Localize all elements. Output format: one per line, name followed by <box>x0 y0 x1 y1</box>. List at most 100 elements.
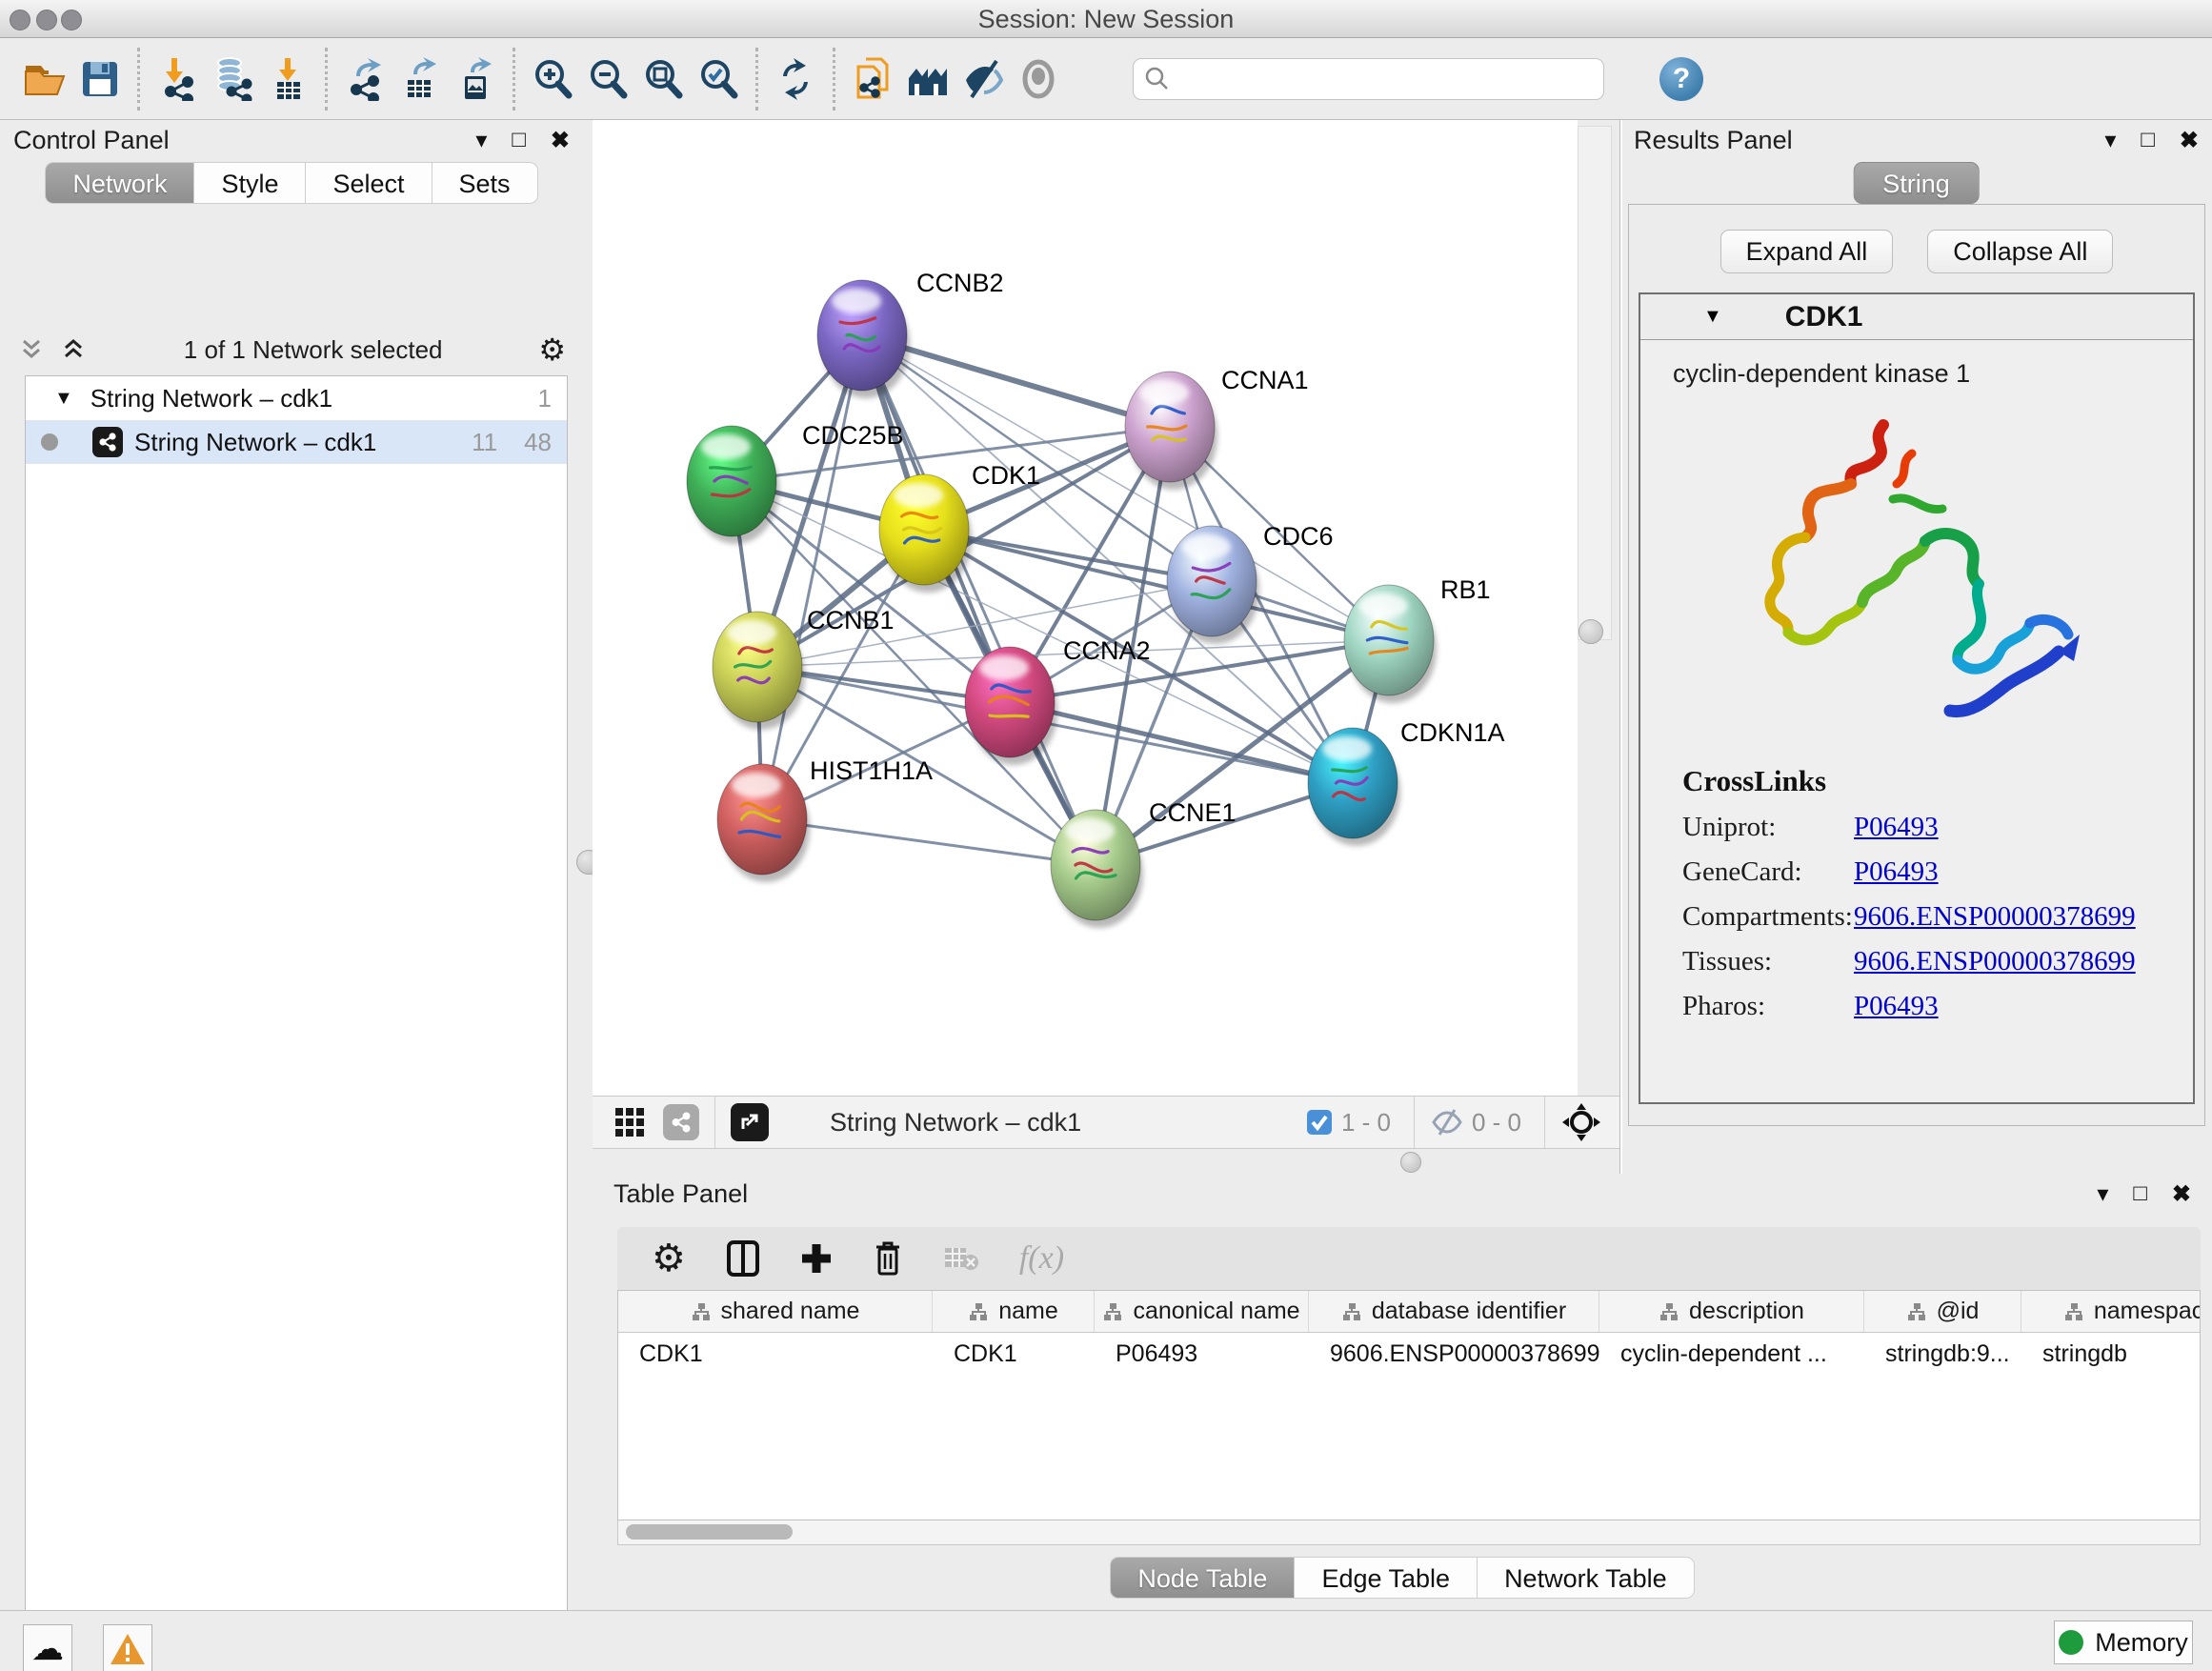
tab-string[interactable]: String <box>1853 162 1980 204</box>
right-splitter-handle[interactable] <box>1579 619 1603 644</box>
protein-collapse-icon[interactable]: ▼ <box>1703 306 1722 328</box>
network-edge[interactable] <box>762 819 1096 865</box>
selected-checkbox-icon[interactable] <box>1305 1108 1334 1137</box>
network-collection-row[interactable]: ▼ String Network – cdk1 1 <box>26 376 567 420</box>
control-panel-float-icon[interactable]: □ <box>512 127 526 153</box>
column-header-id[interactable]: @id <box>1864 1291 2021 1332</box>
export-table-icon[interactable] <box>392 49 448 110</box>
tab-node-table[interactable]: Node Table <box>1110 1557 1295 1599</box>
column-header-canonicalname[interactable]: canonical name <box>1095 1291 1309 1332</box>
protein-node-CDKN1A[interactable] <box>1308 728 1400 846</box>
tab-edge-table[interactable]: Edge Table <box>1295 1557 1478 1599</box>
table-hscrollbar-thumb[interactable] <box>626 1524 793 1540</box>
tab-sets[interactable]: Sets <box>432 162 538 204</box>
protein-node-CDK1[interactable] <box>879 474 972 593</box>
crosslink-value-link[interactable]: P06493 <box>1854 856 1939 888</box>
protein-node-CCNE1[interactable] <box>1051 810 1143 928</box>
first-neighbors-icon[interactable] <box>900 49 955 110</box>
expand-all-icon[interactable] <box>59 335 88 364</box>
open-in-window-icon[interactable] <box>731 1103 769 1141</box>
cloud-icon[interactable]: ☁ <box>23 1624 72 1671</box>
show-all-icon[interactable] <box>1011 49 1066 110</box>
protein-node-RB1[interactable] <box>1344 585 1437 703</box>
table-cell[interactable]: CDK1 <box>618 1333 933 1375</box>
tab-select[interactable]: Select <box>306 162 432 204</box>
tab-network[interactable]: Network <box>45 162 194 204</box>
network-edge[interactable] <box>862 335 1096 865</box>
open-session-icon[interactable] <box>17 49 72 110</box>
delete-column-icon[interactable] <box>873 1239 903 1278</box>
table-cell[interactable]: cyclin-dependent ... <box>1599 1333 1864 1375</box>
table-cell[interactable]: P06493 <box>1095 1333 1309 1375</box>
window-minimize-icon[interactable] <box>36 10 57 30</box>
import-network-database-icon[interactable] <box>205 49 260 110</box>
collapse-all-icon[interactable] <box>17 335 46 364</box>
column-header-sharedname[interactable]: shared name <box>618 1291 933 1332</box>
fit-selected-crosshair-icon[interactable] <box>1560 1101 1602 1143</box>
grid-view-icon[interactable] <box>613 1106 646 1138</box>
collapse-all-button[interactable]: Collapse All <box>1927 230 2113 273</box>
protein-node-CCNA1[interactable] <box>1125 372 1217 490</box>
crosslink-value-link[interactable]: P06493 <box>1854 991 1939 1022</box>
protein-node-HIST1H1A[interactable] <box>717 764 810 882</box>
zoom-fit-icon[interactable] <box>635 49 691 110</box>
zoom-out-icon[interactable] <box>580 49 635 110</box>
table-row[interactable]: CDK1CDK1P064939606.ENSP00000378699cyclin… <box>618 1333 2200 1375</box>
import-table-icon[interactable] <box>260 49 315 110</box>
table-panel-close-icon[interactable]: ✖ <box>2172 1180 2191 1208</box>
results-panel-menu-icon[interactable]: ▾ <box>2104 127 2116 154</box>
table-cell[interactable]: stringdb <box>2021 1333 2201 1375</box>
network-edge[interactable] <box>1010 702 1353 783</box>
table-cell[interactable]: CDK1 <box>933 1333 1095 1375</box>
crosslink-value-link[interactable]: P06493 <box>1854 812 1939 843</box>
control-panel-close-icon[interactable]: ✖ <box>551 127 570 154</box>
crosslink-value-link[interactable]: 9606.ENSP00000378699 <box>1854 946 2136 977</box>
export-network-icon[interactable] <box>337 49 392 110</box>
table-cell[interactable]: 9606.ENSP00000378699 <box>1309 1333 1599 1375</box>
hide-selected-icon[interactable] <box>955 49 1011 110</box>
column-header-databaseidentifier[interactable]: database identifier <box>1309 1291 1599 1332</box>
window-close-icon[interactable] <box>10 10 30 30</box>
node-table[interactable]: shared namenamecanonical namedatabase id… <box>617 1290 2201 1520</box>
protein-node-CCNB1[interactable] <box>713 612 805 730</box>
crosslink-value-link[interactable]: 9606.ENSP00000378699 <box>1854 901 2136 933</box>
birdseye-view-icon[interactable] <box>663 1104 699 1140</box>
table-panel-menu-icon[interactable]: ▾ <box>2097 1180 2108 1208</box>
bottom-splitter-handle[interactable] <box>1400 1152 1421 1173</box>
search-field[interactable] <box>1172 61 1603 97</box>
column-header-description[interactable]: description <box>1599 1291 1864 1332</box>
column-header-namespace[interactable]: namespace <box>2021 1291 2201 1332</box>
table-hscrollbar[interactable] <box>617 1520 2201 1545</box>
zoom-selected-icon[interactable] <box>691 49 746 110</box>
network-right-scrollbar[interactable] <box>1578 126 1612 640</box>
import-network-file-icon[interactable] <box>150 49 205 110</box>
export-image-icon[interactable] <box>448 49 503 110</box>
protein-node-CCNB2[interactable] <box>817 280 910 398</box>
tab-network-table[interactable]: Network Table <box>1478 1557 1695 1599</box>
refresh-icon[interactable] <box>768 49 823 110</box>
add-column-icon[interactable] <box>800 1242 833 1275</box>
warning-icon[interactable] <box>103 1624 152 1671</box>
network-options-gear-icon[interactable]: ⚙ <box>538 332 566 368</box>
table-cell[interactable]: stringdb:9... <box>1864 1333 2021 1375</box>
help-icon[interactable]: ? <box>1659 57 1703 101</box>
tab-style[interactable]: Style <box>194 162 306 204</box>
show-columns-icon[interactable] <box>726 1239 760 1278</box>
zoom-in-icon[interactable] <box>525 49 580 110</box>
network-row[interactable]: String Network – cdk1 11 48 <box>26 420 567 464</box>
network-edge[interactable] <box>762 335 862 819</box>
hidden-eye-icon[interactable] <box>1430 1108 1464 1137</box>
protein-node-CCNA2[interactable] <box>965 647 1057 765</box>
memory-button[interactable]: Memory <box>2054 1621 2193 1664</box>
network-graph[interactable]: CCNB2CCNA1CDC25BCDK1CDC6RB1CCNB1CCNA2CDK… <box>593 120 1578 1096</box>
table-panel-float-icon[interactable]: □ <box>2133 1180 2147 1207</box>
tree-expand-icon[interactable]: ▼ <box>54 388 73 410</box>
results-panel-close-icon[interactable]: ✖ <box>2180 127 2199 154</box>
expand-all-button[interactable]: Expand All <box>1720 230 1894 273</box>
network-canvas[interactable]: CCNB2CCNA1CDC25BCDK1CDC6RB1CCNB1CCNA2CDK… <box>593 120 1578 1096</box>
column-header-name[interactable]: name <box>933 1291 1095 1332</box>
results-panel-float-icon[interactable]: □ <box>2141 127 2155 153</box>
save-session-icon[interactable] <box>72 49 128 110</box>
control-panel-menu-icon[interactable]: ▾ <box>475 127 487 154</box>
table-options-gear-icon[interactable]: ⚙ <box>652 1237 686 1280</box>
